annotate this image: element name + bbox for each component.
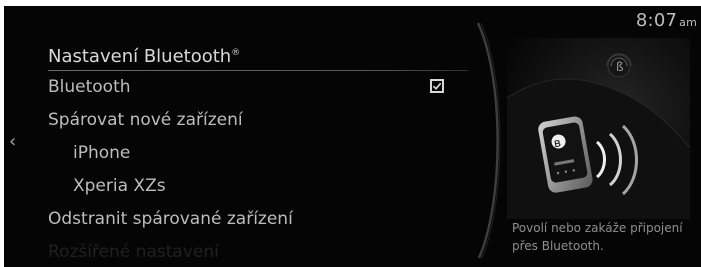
svg-text:ß: ß bbox=[616, 60, 624, 74]
menu-item-label: Bluetooth bbox=[48, 77, 131, 97]
clock-ampm: am bbox=[679, 16, 697, 29]
page-title-text: Nastavení Bluetooth bbox=[48, 46, 232, 67]
checkbox-checked-icon[interactable] bbox=[430, 79, 444, 93]
left-edge: ‹ bbox=[4, 6, 32, 267]
help-description: Povolí nebo zakáže připojení přes Blueto… bbox=[512, 221, 683, 253]
menu-item-pair-new-device[interactable]: Spárovat nové zařízení bbox=[48, 104, 468, 137]
clock-time: 8:07 bbox=[635, 10, 678, 31]
help-panel: ß ʙ Povolí nebo zakáže připojení přes Bl… bbox=[489, 30, 701, 267]
status-clock: 8:07 am bbox=[636, 10, 697, 31]
menu-item-advanced-settings[interactable]: Rozšířené nastavení bbox=[48, 236, 468, 267]
menu-item-label: iPhone bbox=[73, 143, 131, 163]
menu-item-label: Xperia XZs bbox=[73, 176, 166, 196]
menu-item-bluetooth[interactable]: Bluetooth bbox=[48, 71, 468, 104]
menu-item-label: Odstranit spárované zařízení bbox=[48, 209, 293, 229]
menu-item-label: Rozšířené nastavení bbox=[48, 242, 219, 262]
menu-item-remove-paired-device[interactable]: Odstranit spárované zařízení bbox=[48, 203, 468, 236]
menu-item-iphone[interactable]: iPhone bbox=[48, 137, 468, 170]
bluetooth-settings-menu: Nastavení Bluetooth® Bluetooth Spárovat … bbox=[48, 38, 468, 267]
menu-item-xperia-xzs[interactable]: Xperia XZs bbox=[48, 170, 468, 203]
infotainment-screen: ‹ 8:07 am Nastavení Bluetooth® Bluetooth … bbox=[4, 6, 701, 267]
chevron-left-icon[interactable]: ‹ bbox=[9, 133, 16, 151]
menu-item-label: Spárovat nové zařízení bbox=[48, 110, 243, 130]
bluetooth-phone-illustration-icon: ß ʙ bbox=[507, 38, 690, 219]
page-title: Nastavení Bluetooth® bbox=[48, 38, 468, 68]
registered-mark: ® bbox=[231, 48, 241, 58]
